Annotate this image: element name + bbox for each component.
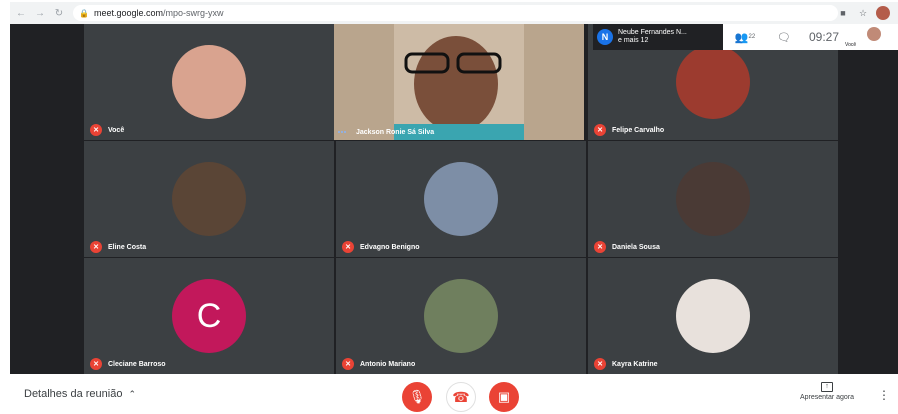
participant-video-tile[interactable]: Jackson Ronie Sá Silva <box>334 24 584 140</box>
presenter-avatar: N <box>597 29 613 45</box>
participant-label: ✕ Eline Costa <box>90 241 146 253</box>
participant-avatar <box>424 162 498 236</box>
participant-avatar <box>676 279 750 353</box>
participant-avatar: C <box>172 279 246 353</box>
mic-off-icon: ✕ <box>90 124 102 136</box>
mic-off-icon: ✕ <box>342 358 354 370</box>
participant-name: Eline Costa <box>108 243 147 251</box>
participant-name: Felipe Carvalho <box>612 126 665 134</box>
meet-window: ← → ↻ 🔒 meet.google.com /mpo-swrg-yxw ■ … <box>0 0 898 414</box>
participant-name: Kayra Katrine <box>612 360 658 368</box>
participant-name: Jackson Ronie Sá Silva <box>356 128 435 136</box>
participant-label: ✕ Daniela Sousa <box>594 241 660 253</box>
participant-label: ✕ Kayra Katrine <box>594 358 658 370</box>
presenter-name: Neube Fernandes N... <box>618 29 687 36</box>
participant-video <box>334 24 584 140</box>
participant-name: Cleciane Barroso <box>108 360 166 368</box>
chevron-up-icon: ⌃ <box>128 388 137 399</box>
forward-icon[interactable]: → <box>32 5 48 21</box>
participant-avatar <box>172 45 246 119</box>
mic-off-icon: ✕ <box>594 358 606 370</box>
meeting-clock: 09:27 <box>809 30 840 44</box>
mic-off-icon: ✕ <box>594 124 606 136</box>
leave-call-button[interactable]: ☎ <box>446 382 476 412</box>
present-icon: ↑ <box>821 382 833 392</box>
people-count: 22 <box>748 34 756 40</box>
participant-avatar <box>676 162 750 236</box>
chat-icon: 🗨 <box>777 31 791 44</box>
self-preview-label: Você <box>845 42 857 48</box>
participant-name: Daniela Sousa <box>612 243 660 251</box>
more-options-icon[interactable]: ⋮ <box>878 388 890 402</box>
participant-label: ✕ Cleciane Barroso <box>90 358 166 370</box>
camera-toggle-button[interactable]: ▣ <box>489 382 519 412</box>
participant-avatar <box>676 45 750 119</box>
self-avatar <box>867 27 882 41</box>
profile-icon[interactable] <box>876 6 890 20</box>
people-button[interactable]: 👥 22 <box>723 24 767 50</box>
participant-tile[interactable]: C ✕ Cleciane Barroso <box>84 258 334 374</box>
camera-off-icon: ▣ <box>497 389 511 404</box>
chat-button[interactable]: 🗨 <box>767 24 801 50</box>
camera-indicator-icon[interactable]: ■ <box>836 6 850 20</box>
participant-tile[interactable]: ✕ Kayra Katrine <box>588 258 838 374</box>
mic-off-icon: ✕ <box>342 241 354 253</box>
speaking-indicator-icon <box>338 128 350 136</box>
address-bar[interactable]: 🔒 meet.google.com /mpo-swrg-yxw <box>73 5 838 21</box>
participant-tile[interactable]: ✕ Eline Costa <box>84 141 334 257</box>
meeting-details-button[interactable]: Detalhes da reunião ⌃ <box>24 388 136 400</box>
mic-off-icon: 🎙 <box>408 389 426 404</box>
participant-tile[interactable]: ✕ Antonio Mariano <box>336 258 586 374</box>
hang-up-icon: ☎ <box>452 388 470 405</box>
present-now-button[interactable]: ↑ Apresentar agora <box>792 382 862 401</box>
meeting-stage: ✕ Você Jackson Ronie Sá Silva ✕ Felipe C… <box>10 24 898 374</box>
participant-tile[interactable]: ✕ Daniela Sousa <box>588 141 838 257</box>
self-preview[interactable]: Você <box>845 24 885 50</box>
participant-label: ✕ Edvagno Benigno <box>342 241 420 253</box>
bookmark-star-icon[interactable]: ☆ <box>856 6 870 20</box>
lock-icon: 🔒 <box>79 8 89 18</box>
browser-toolbar: ← → ↻ 🔒 meet.google.com /mpo-swrg-yxw ■ … <box>10 2 898 24</box>
present-now-label: Apresentar agora <box>799 394 855 401</box>
mic-toggle-button[interactable]: 🎙 <box>402 382 432 412</box>
meeting-controls-bar: Detalhes da reunião ⌃ 🎙 ☎ ▣ ↑ Apresentar… <box>10 374 898 414</box>
participant-name: Antonio Mariano <box>360 360 416 368</box>
participant-tile[interactable]: ✕ Você <box>84 24 334 140</box>
presenter-others: e mais 12 <box>618 37 649 44</box>
participant-avatar <box>424 279 498 353</box>
participant-grid: ✕ Você Jackson Ronie Sá Silva ✕ Felipe C… <box>84 24 838 374</box>
participant-avatar <box>172 162 246 236</box>
mic-off-icon: ✕ <box>594 241 606 253</box>
back-icon[interactable]: ← <box>13 5 29 21</box>
mic-off-icon: ✕ <box>90 358 102 370</box>
participant-label: ✕ Felipe Carvalho <box>594 124 664 136</box>
participant-label: Jackson Ronie Sá Silva <box>338 128 434 136</box>
presenter-text: Neube Fernandes N... e mais 12 <box>618 29 687 45</box>
participant-label: ✕ Você <box>90 124 124 136</box>
participant-name: Você <box>108 126 125 134</box>
meeting-top-bar: N Neube Fernandes N... e mais 12 👥 22 🗨 0… <box>593 24 898 50</box>
people-icon: 👥 <box>734 31 749 44</box>
url-host: meet.google.com <box>93 8 164 18</box>
reload-icon[interactable]: ↻ <box>51 5 67 21</box>
mic-off-icon: ✕ <box>90 241 102 253</box>
meeting-details-label: Detalhes da reunião <box>24 388 123 400</box>
participant-name: Edvagno Benigno <box>360 243 420 251</box>
url-path: /mpo-swrg-yxw <box>163 8 224 18</box>
participant-label: ✕ Antonio Mariano <box>342 358 415 370</box>
window-edge <box>0 0 10 414</box>
presenter-chip[interactable]: N Neube Fernandes N... e mais 12 <box>593 24 723 50</box>
participant-tile[interactable]: ✕ Edvagno Benigno <box>336 141 586 257</box>
